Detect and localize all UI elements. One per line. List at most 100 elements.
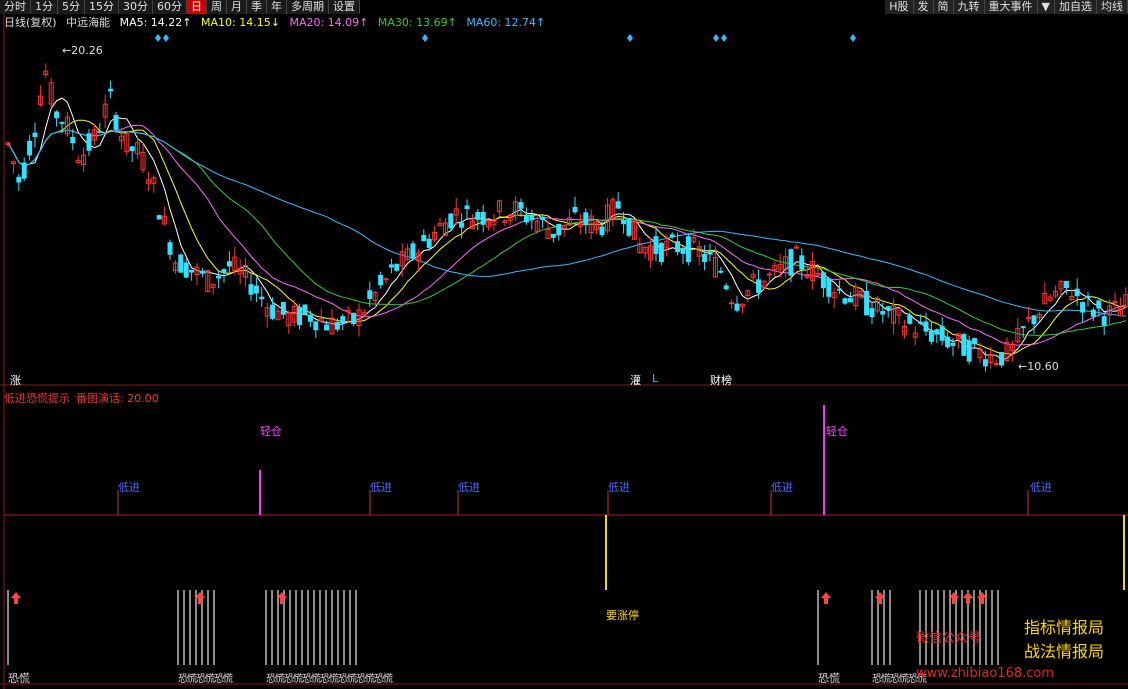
ma20-line: [7, 124, 1126, 346]
candle-body: [939, 326, 945, 341]
candle-body: [583, 212, 589, 226]
candle-body: [556, 223, 562, 236]
panic-label: 恐慌: [8, 672, 30, 685]
up-arrow-icon: [821, 592, 831, 604]
marker-L: L: [652, 372, 659, 385]
low-entry-label: 低进: [771, 481, 793, 494]
panic-label: 恐慌: [818, 672, 840, 685]
candle-body: [378, 274, 384, 286]
candle-body: [918, 321, 924, 324]
light-position-label-1: 轻仓: [260, 425, 282, 438]
candle-body: [723, 285, 729, 290]
low-price-label: ←10.60: [1018, 360, 1059, 373]
candle-body: [394, 263, 400, 271]
candle-body: [707, 251, 713, 255]
candle-body: [842, 298, 848, 304]
candle-body: [97, 130, 103, 133]
candle-body: [54, 111, 60, 119]
candle-body: [1101, 316, 1107, 326]
candle-body: [658, 243, 664, 263]
candle-body: [199, 270, 205, 274]
candle-body: [880, 311, 886, 315]
candle-body: [259, 296, 265, 300]
candle-body: [550, 233, 556, 238]
candle-body: [680, 249, 686, 254]
candle-body: [59, 121, 65, 124]
candle-body: [70, 136, 76, 144]
candle-body: [1085, 295, 1091, 299]
candle-body: [302, 304, 308, 315]
site-watermark: www.zhibiao168.com: [916, 666, 1055, 681]
candle-body: [626, 217, 632, 236]
candle-body: [280, 302, 286, 315]
candle-body: [685, 236, 691, 263]
high-price-label: ←20.26: [62, 44, 103, 57]
up-arrow-icon: [963, 592, 973, 604]
candle-body: [1031, 315, 1037, 325]
event-diamond: [155, 34, 161, 42]
wechat-watermark: 微信公众号: [916, 631, 982, 646]
candle-body: [324, 324, 330, 331]
candle-body: [183, 262, 189, 278]
light-position-label-2: 轻仓: [826, 425, 848, 438]
candle-body: [972, 338, 978, 345]
event-diamond: [422, 34, 428, 42]
candle-body: [529, 214, 535, 221]
candle-body: [847, 298, 853, 303]
low-entry-label: 低进: [1030, 481, 1052, 494]
candle-body: [480, 212, 486, 225]
brand-watermark-2: 战法情报局: [1024, 642, 1105, 661]
candle-body: [113, 114, 119, 130]
candle-body: [216, 275, 222, 279]
candle-body: [615, 201, 621, 209]
brand-watermark-1: 指标情报局: [1024, 618, 1105, 637]
candle-body: [950, 342, 956, 346]
candle-body: [702, 254, 708, 262]
candle-body: [1080, 302, 1086, 313]
candle-body: [189, 269, 195, 273]
candle-body: [718, 270, 724, 273]
candle-body: [928, 330, 934, 342]
low-entry-label: 低进: [370, 481, 392, 494]
candle-body: [799, 255, 805, 270]
ma10-line: [7, 119, 1126, 355]
candle-body: [410, 243, 416, 259]
candle-body: [518, 202, 524, 209]
candle-body: [178, 254, 184, 273]
candle-body: [993, 362, 999, 365]
event-diamond: [163, 34, 169, 42]
candle-body: [297, 307, 303, 326]
candle-body: [766, 273, 772, 276]
candle-body: [248, 284, 254, 295]
event-diamond: [713, 34, 719, 42]
candle-body: [837, 288, 843, 291]
candle-body: [1074, 288, 1080, 297]
candle-body: [334, 321, 340, 330]
candle-body: [729, 302, 735, 305]
ma5-line: [7, 97, 1127, 361]
event-diamond: [721, 34, 727, 42]
candle-body: [108, 88, 114, 92]
candle-body: [675, 241, 681, 253]
candle-body: [388, 264, 394, 268]
candle-body: [756, 279, 762, 294]
candle-body: [226, 261, 232, 267]
panic-label-long: 恐慌恐慌恐慌恐慌恐慌恐慌恐慌: [266, 674, 393, 685]
candle-body: [21, 162, 27, 179]
candle-body: [27, 140, 33, 156]
candle-body: [253, 285, 259, 294]
candle-body: [653, 236, 659, 255]
kline-chart[interactable]: [0, 0, 1128, 689]
candle-body: [367, 290, 373, 300]
candle-body: [32, 132, 38, 138]
limit-up-label: 要涨停: [606, 609, 639, 622]
candle-body: [86, 133, 92, 151]
candle-body: [340, 316, 346, 324]
low-entry-label: 低进: [458, 481, 480, 494]
candle-body: [907, 315, 913, 324]
marker-caibang: 财榜: [710, 374, 732, 387]
up-arrow-icon: [11, 592, 21, 604]
event-diamond: [850, 34, 856, 42]
candle-body: [599, 226, 605, 236]
candle-body: [156, 215, 162, 220]
